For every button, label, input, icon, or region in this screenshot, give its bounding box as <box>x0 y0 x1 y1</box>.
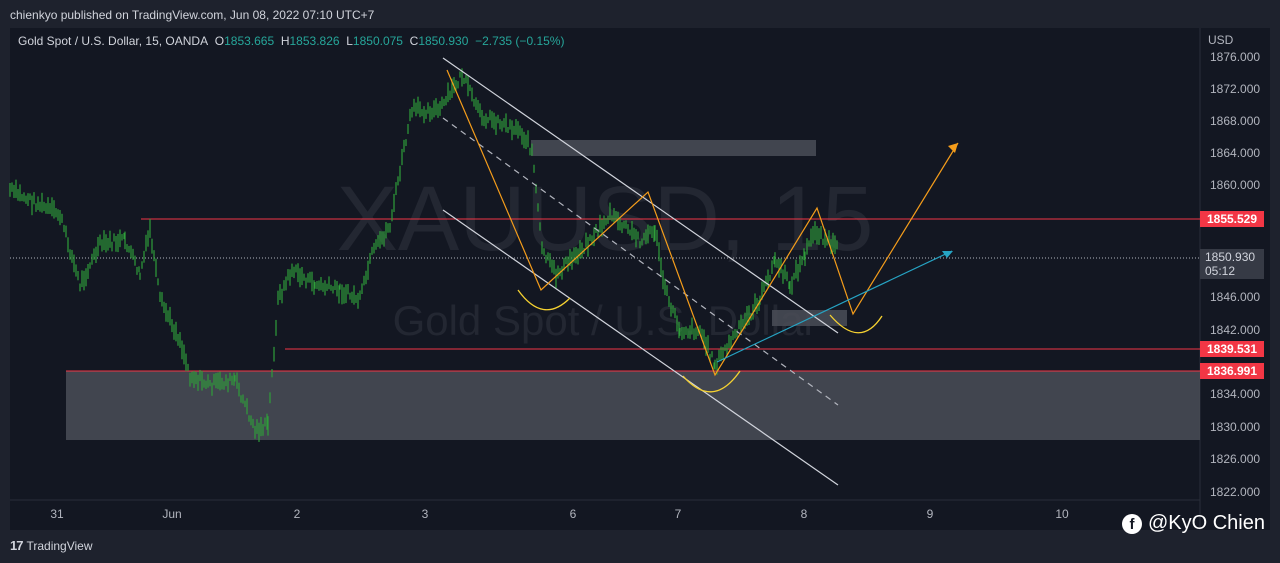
facebook-icon: f <box>1121 513 1142 534</box>
time-tick: 10 <box>1055 507 1069 521</box>
price-tick: 1826.000 <box>1210 452 1260 466</box>
author-credit: f @KyO Chien <box>1121 512 1265 535</box>
change-value: −2.735 (−0.15%) <box>475 34 565 48</box>
current-price-tag: 1850.930 05:12 <box>1200 249 1264 279</box>
time-tick: 9 <box>927 507 934 521</box>
price-tick: 1860.000 <box>1210 178 1260 192</box>
time-tick: 3 <box>422 507 429 521</box>
tradingview-logo-icon: 17 <box>10 538 24 553</box>
price-tick: 1876.000 <box>1210 50 1260 64</box>
symbol-name: Gold Spot / U.S. Dollar, 15, OANDA <box>18 34 209 48</box>
bar-countdown: 05:12 <box>1205 264 1236 278</box>
price-tick: 1868.000 <box>1210 114 1260 128</box>
price-tick: 1842.000 <box>1210 323 1260 337</box>
open-value: 1853.665 <box>224 34 275 48</box>
price-tick: 1822.000 <box>1210 485 1260 499</box>
watermark-name: Gold Spot / U.S. Dollar <box>393 297 818 344</box>
high-label: H <box>280 34 290 48</box>
time-tick: 6 <box>570 507 577 521</box>
support-zone <box>66 371 1200 440</box>
time-tick: Jun <box>162 507 181 521</box>
price-axis-currency: USD <box>1208 33 1234 47</box>
tradingview-brand[interactable]: 17 TradingView <box>10 538 93 553</box>
price-tick: 1864.000 <box>1210 146 1260 160</box>
time-tick: 31 <box>50 507 64 521</box>
brand-label: TradingView <box>26 538 93 553</box>
high-value: 1853.826 <box>289 34 340 48</box>
symbol-legend[interactable]: Gold Spot / U.S. Dollar, 15, OANDA O1853… <box>18 34 564 48</box>
current-price-value: 1850.930 <box>1205 250 1256 264</box>
price-tick: 1834.000 <box>1210 387 1260 401</box>
time-tick: 7 <box>675 507 682 521</box>
price-tick: 1830.000 <box>1210 420 1260 434</box>
time-tick: 8 <box>801 507 808 521</box>
price-tick: 1872.000 <box>1210 82 1260 96</box>
chart-drawing: XAUUSD, 15 Gold Spot / U.S. Dollar USD 1… <box>9 28 1260 530</box>
close-value: 1850.930 <box>418 34 469 48</box>
open-label: O <box>214 34 225 48</box>
low-label: L <box>346 34 353 48</box>
level-tag-3: 1836.991 <box>1200 363 1264 379</box>
resistance-zone <box>531 140 816 156</box>
time-tick: 2 <box>294 507 301 521</box>
price-tick: 1846.000 <box>1210 290 1260 304</box>
low-value: 1850.075 <box>352 34 403 48</box>
level-tag-1: 1855.529 <box>1200 211 1264 227</box>
author-name: @KyO Chien <box>1147 512 1265 534</box>
level-tag-2: 1839.531 <box>1200 341 1264 357</box>
